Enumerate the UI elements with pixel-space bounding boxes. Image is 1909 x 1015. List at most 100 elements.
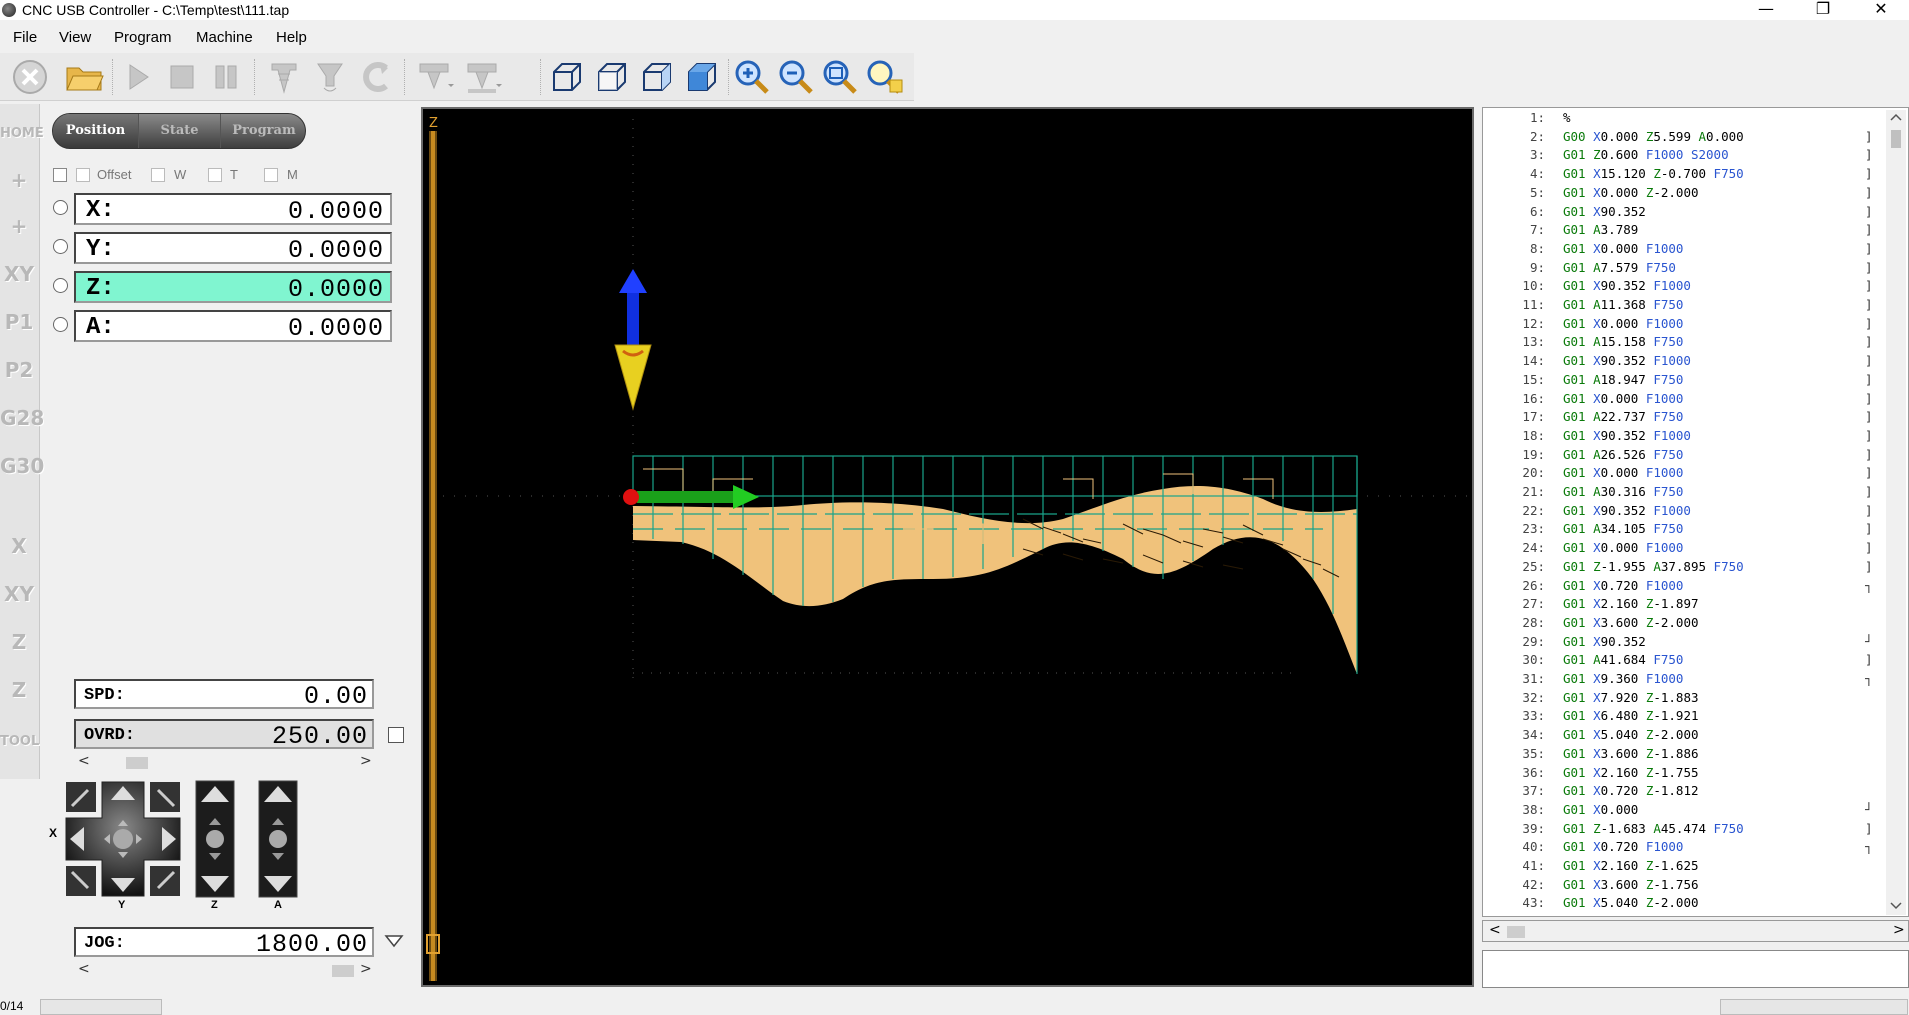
menu-help[interactable]: Help bbox=[276, 29, 307, 46]
jog-z-pad[interactable] bbox=[195, 780, 235, 898]
gcode-line[interactable]: 10: G01 X90.352 F1000] bbox=[1483, 278, 1883, 297]
gcode-line[interactable]: 17: G01 A22.737 F750] bbox=[1483, 409, 1883, 428]
axis-y-radio[interactable] bbox=[53, 239, 68, 254]
probe-tool-icon[interactable] bbox=[414, 58, 454, 96]
gcode-line[interactable]: 14: G01 X90.352 F1000] bbox=[1483, 353, 1883, 372]
view-front-icon[interactable] bbox=[591, 58, 631, 96]
gcode-line[interactable]: 23: G01 A34.105 F750] bbox=[1483, 521, 1883, 540]
select-all-checkbox[interactable] bbox=[53, 168, 67, 182]
gcode-line[interactable]: 20: G01 X0.000 F1000] bbox=[1483, 465, 1883, 484]
gcode-line[interactable]: 9: G01 A7.579 F750] bbox=[1483, 260, 1883, 279]
offset-checkbox[interactable] bbox=[76, 168, 90, 182]
gcode-line[interactable]: 18: G01 X90.352 F1000] bbox=[1483, 428, 1883, 447]
gcode-line[interactable]: 33: G01 X6.480 Z-1.921 bbox=[1483, 708, 1883, 727]
gcode-line[interactable]: 22: G01 X90.352 F1000] bbox=[1483, 503, 1883, 522]
axis-z-radio[interactable] bbox=[53, 278, 68, 293]
view-side-icon[interactable] bbox=[636, 58, 676, 96]
probe-z-button[interactable]: Z bbox=[0, 668, 38, 712]
gcode-line[interactable]: 1:% bbox=[1483, 110, 1883, 129]
menu-view[interactable]: View bbox=[59, 29, 91, 46]
gcode-line[interactable]: 5: G01 X0.000 Z-2.000] bbox=[1483, 185, 1883, 204]
menu-program[interactable]: Program bbox=[114, 29, 172, 46]
gcode-line[interactable]: 11: G01 A11.368 F750] bbox=[1483, 297, 1883, 316]
zoom-in-icon[interactable] bbox=[732, 58, 772, 96]
scroll-left-arrow[interactable]: < bbox=[78, 753, 90, 769]
gcode-line[interactable]: 4: G01 X15.120 Z-0.700 F750] bbox=[1483, 166, 1883, 185]
stop-icon[interactable] bbox=[10, 58, 50, 96]
gcode-line[interactable]: 3: G01 Z0.600 F1000 S2000] bbox=[1483, 147, 1883, 166]
gcode-line[interactable]: 32: G01 X7.920 Z-1.883 bbox=[1483, 690, 1883, 709]
goto-xy-button[interactable]: XY bbox=[0, 252, 38, 296]
tool-change-button[interactable]: TOOL bbox=[0, 720, 39, 764]
gcode-line[interactable]: 29: G01 X90.352 ┘ bbox=[1483, 634, 1883, 653]
gcode-line[interactable]: 2: G00 X0.000 Z5.599 A0.000] bbox=[1483, 129, 1883, 148]
gcode-line[interactable]: 21: G01 A30.316 F750] bbox=[1483, 484, 1883, 503]
gcode-line[interactable]: 16: G01 X0.000 F1000] bbox=[1483, 391, 1883, 410]
zero-xy-button[interactable]: XY bbox=[0, 572, 38, 616]
gcode-line[interactable]: 40: G01 X0.720 F1000 ┐ bbox=[1483, 839, 1883, 858]
axis-z-display[interactable]: Z: 0.0000 bbox=[74, 271, 392, 304]
restore-button[interactable]: ❐ bbox=[1800, 0, 1846, 20]
axis-x-radio[interactable] bbox=[53, 200, 68, 215]
menu-machine[interactable]: Machine bbox=[196, 29, 253, 46]
t-checkbox[interactable] bbox=[208, 168, 222, 182]
w-checkbox[interactable] bbox=[151, 168, 165, 182]
stop-square-icon[interactable] bbox=[162, 58, 202, 96]
gcode-line[interactable]: 15: G01 A18.947 F750] bbox=[1483, 372, 1883, 391]
goto-g30-button[interactable]: G30 bbox=[0, 444, 44, 488]
probe-height-icon[interactable] bbox=[462, 58, 502, 96]
spindle-icon[interactable] bbox=[264, 58, 304, 96]
gcode-line[interactable]: 38: G01 X0.000 ┘ bbox=[1483, 802, 1883, 821]
jog-plus-button[interactable]: + bbox=[0, 158, 38, 202]
scroll-right-arrow[interactable]: > bbox=[360, 961, 372, 977]
gcode-line[interactable]: 31: G01 X9.360 F1000 ┐ bbox=[1483, 671, 1883, 690]
override-slider[interactable]: < > bbox=[74, 753, 374, 771]
jog-xy-pad[interactable] bbox=[64, 780, 182, 898]
gcode-line[interactable]: 43: G01 X5.040 Z-2.000 bbox=[1483, 895, 1883, 914]
gcode-listing[interactable]: 1:% 2: G00 X0.000 Z5.599 A0.000] 3: G01 Z0.6… bbox=[1482, 107, 1909, 917]
override-display[interactable]: OVRD: 250.00 bbox=[74, 719, 374, 751]
pause-icon[interactable] bbox=[206, 58, 246, 96]
gcode-vertical-scrollbar[interactable] bbox=[1886, 110, 1906, 915]
home-button[interactable]: HOME bbox=[0, 112, 44, 156]
gcode-line[interactable]: 42: G01 X3.600 Z-1.756 bbox=[1483, 877, 1883, 896]
jog-slider-thumb[interactable] bbox=[332, 965, 354, 977]
tab-state[interactable]: State bbox=[139, 114, 221, 148]
axis-a-display[interactable]: A: 0.0000 bbox=[74, 310, 392, 343]
scroll-left-arrow[interactable]: < bbox=[78, 961, 90, 977]
coolant-icon[interactable] bbox=[310, 58, 350, 96]
gcode-line[interactable]: 12: G01 X0.000 F1000] bbox=[1483, 316, 1883, 335]
jog-dropdown-icon[interactable] bbox=[384, 934, 404, 951]
zoom-out-icon[interactable] bbox=[776, 58, 816, 96]
gcode-line[interactable]: 19: G01 A26.526 F750] bbox=[1483, 447, 1883, 466]
view-iso-icon[interactable] bbox=[546, 58, 586, 96]
gcode-line[interactable]: 37: G01 X0.720 Z-1.812 bbox=[1483, 783, 1883, 802]
gcode-horizontal-scrollbar[interactable]: < > bbox=[1482, 920, 1909, 942]
jog-plus-2-button[interactable]: + bbox=[0, 204, 38, 248]
mist-icon[interactable] bbox=[356, 58, 396, 96]
menu-file[interactable]: File bbox=[13, 29, 37, 46]
gcode-line[interactable]: 24: G01 X0.000 F1000] bbox=[1483, 540, 1883, 559]
goto-p1-button[interactable]: P1 bbox=[0, 300, 38, 344]
gcode-line[interactable]: 7: G01 A3.789] bbox=[1483, 222, 1883, 241]
zoom-extents-icon[interactable] bbox=[864, 58, 904, 96]
gcode-hscroll-thumb[interactable] bbox=[1507, 926, 1525, 938]
gcode-line[interactable]: 36: G01 X2.160 Z-1.755 bbox=[1483, 765, 1883, 784]
minimize-button[interactable]: — bbox=[1743, 0, 1789, 20]
scroll-left-arrow[interactable]: < bbox=[1489, 922, 1501, 938]
gcode-line[interactable]: 34: G01 X5.040 Z-2.000 bbox=[1483, 727, 1883, 746]
mdi-command-input[interactable] bbox=[1482, 950, 1909, 988]
gcode-line[interactable]: 41: G01 X2.160 Z-1.625 bbox=[1483, 858, 1883, 877]
gcode-line[interactable]: 27: G01 X2.160 Z-1.897 bbox=[1483, 596, 1883, 615]
gcode-line[interactable]: 39: G01 Z-1.683 A45.474 F750] bbox=[1483, 821, 1883, 840]
gcode-line[interactable]: 25: G01 Z-1.955 A37.895 F750] bbox=[1483, 559, 1883, 578]
play-icon[interactable] bbox=[118, 58, 158, 96]
gcode-line[interactable]: 26: G01 X0.720 F1000 ┐ bbox=[1483, 578, 1883, 597]
scroll-right-arrow[interactable]: > bbox=[360, 753, 372, 769]
scroll-right-arrow[interactable]: > bbox=[1893, 922, 1905, 938]
gcode-line[interactable]: 28: G01 X3.600 Z-2.000 bbox=[1483, 615, 1883, 634]
m-checkbox[interactable] bbox=[264, 168, 278, 182]
axis-a-radio[interactable] bbox=[53, 317, 68, 332]
gcode-line[interactable]: 8: G01 X0.000 F1000] bbox=[1483, 241, 1883, 260]
gcode-line[interactable]: 6: G01 X90.352] bbox=[1483, 204, 1883, 223]
